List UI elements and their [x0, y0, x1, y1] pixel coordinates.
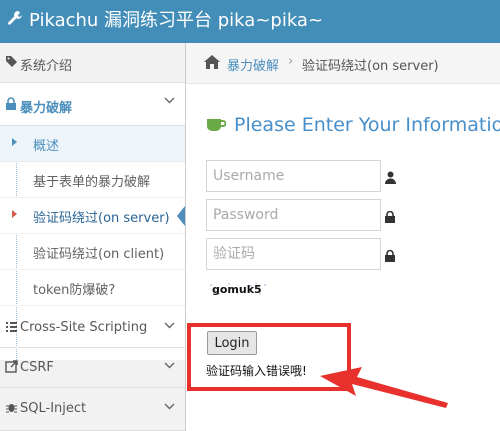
form-heading-text: Please Enter Your Information — [234, 114, 500, 136]
sidebar-subitem-label: 概述 — [33, 139, 60, 154]
sidebar-subitem-captcha-server[interactable]: 验证码绕过(on server) — [0, 198, 185, 234]
sidebar: 系统介绍 暴力破解 概述 基于表单的暴力破解 验证码绕过(on server) … — [0, 43, 186, 431]
user-icon — [385, 169, 396, 188]
home-icon[interactable] — [204, 55, 220, 69]
sidebar-item-intro[interactable]: 系统介绍 — [0, 43, 185, 83]
active-pointer-icon — [177, 206, 185, 226]
password-input[interactable] — [206, 199, 381, 231]
sidebar-group-label: SQL-Inject — [20, 401, 87, 416]
breadcrumb: 暴力破解 › 验证码绕过(on server) — [186, 43, 500, 84]
chevron-down-icon — [164, 95, 175, 109]
captcha-image[interactable]: gomuk5 — [207, 281, 269, 297]
sidebar-subitem-token[interactable]: token防爆破? — [0, 270, 185, 306]
sidebar-subitem-label: token防爆破? — [33, 283, 116, 298]
coffee-icon — [206, 116, 227, 138]
form-heading: Please Enter Your Information — [206, 114, 500, 138]
captcha-input[interactable] — [206, 238, 381, 270]
caret-right-icon — [12, 138, 17, 146]
brand-link[interactable]: Pikachu 漏洞练习平台 pika~pika~ — [7, 10, 323, 32]
share-icon — [5, 360, 18, 377]
breadcrumb-current: 验证码绕过(on server) — [302, 59, 439, 74]
sidebar-subitem-captcha-client[interactable]: 验证码绕过(on client) — [0, 234, 185, 270]
sidebar-subitem-label: 验证码绕过(on client) — [33, 247, 165, 262]
wrench-icon — [7, 10, 23, 32]
top-navbar: Pikachu 漏洞练习平台 pika~pika~ — [0, 0, 500, 43]
sidebar-group-csrf[interactable]: CSRF — [0, 348, 185, 388]
list-icon — [5, 320, 18, 337]
chevron-down-icon — [164, 401, 175, 415]
highlight-box-annotation — [187, 323, 351, 391]
caret-right-icon — [12, 210, 17, 218]
sidebar-item-label: 系统介绍 — [20, 59, 73, 74]
tag-icon — [5, 55, 18, 72]
sidebar-group-label: CSRF — [20, 360, 54, 375]
brand-title: Pikachu 漏洞练习平台 pika~pika~ — [29, 10, 324, 31]
sidebar-group-sqli[interactable]: SQL-Inject — [0, 388, 185, 431]
lock-icon — [5, 97, 17, 114]
captcha-text: gomuk5 — [212, 283, 262, 296]
bug-icon — [5, 401, 18, 418]
chevron-down-icon — [164, 320, 175, 334]
sidebar-group-xss[interactable]: Cross-Site Scripting — [0, 308, 185, 348]
chevron-down-icon — [164, 360, 175, 374]
sidebar-subitem-label: 验证码绕过(on server) — [33, 211, 170, 226]
sidebar-subitem-overview[interactable]: 概述 — [0, 126, 185, 162]
sidebar-subitem-label: 基于表单的暴力破解 — [33, 175, 151, 190]
sidebar-subitem-form-bruteforce[interactable]: 基于表单的暴力破解 — [0, 162, 185, 198]
lock-icon — [385, 247, 395, 266]
breadcrumb-parent-link[interactable]: 暴力破解 — [227, 55, 279, 74]
lock-icon — [385, 208, 395, 227]
username-input[interactable] — [206, 160, 381, 192]
breadcrumb-separator: › — [288, 54, 294, 69]
sidebar-group-label: Cross-Site Scripting — [20, 320, 148, 335]
sidebar-group-label: 暴力破解 — [20, 101, 73, 116]
sidebar-group-bruteforce[interactable]: 暴力破解 — [0, 83, 185, 126]
